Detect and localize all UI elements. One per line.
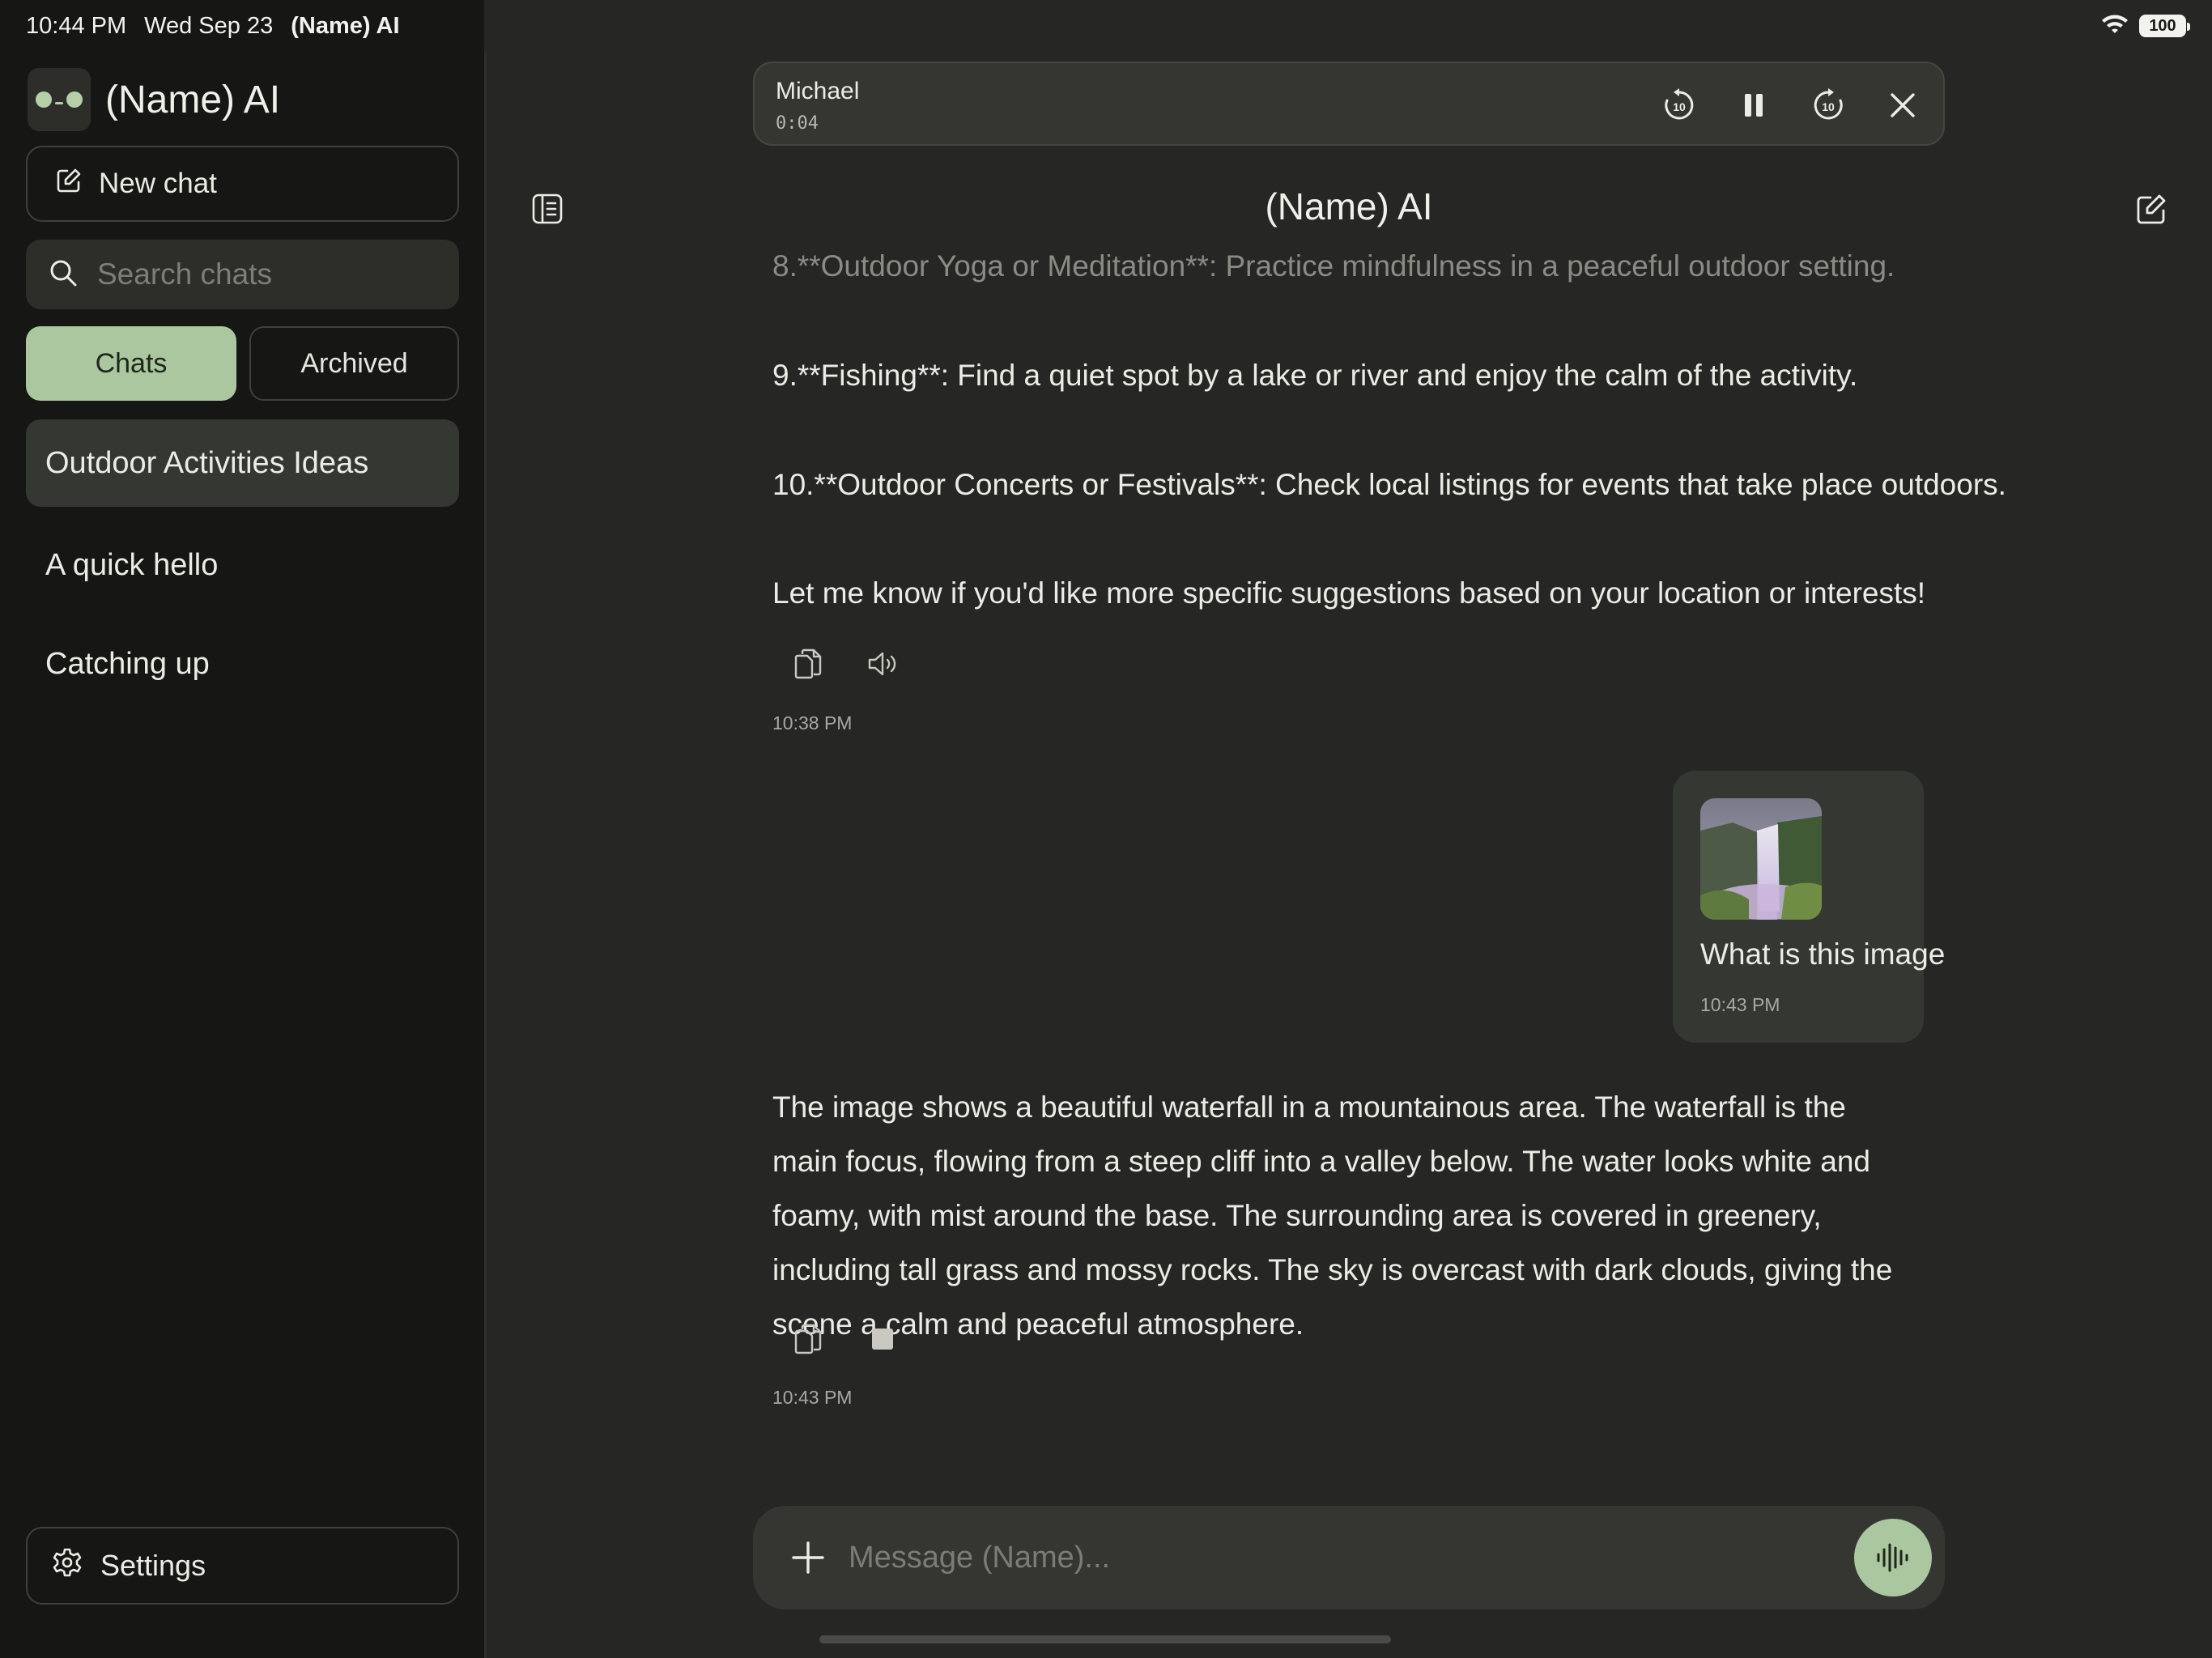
player-voice-name: Michael	[776, 78, 860, 104]
settings-button[interactable]: Settings	[26, 1527, 459, 1605]
voice-mode-button[interactable]	[1854, 1519, 1932, 1596]
home-indicator[interactable]	[819, 1635, 1391, 1643]
search-box[interactable]	[26, 240, 459, 309]
attached-image-thumbnail[interactable]	[1700, 798, 1822, 920]
rewind-10-icon: 10	[1665, 88, 1694, 120]
stop-playback-button[interactable]	[863, 1320, 902, 1358]
forward-button[interactable]: 10	[1806, 83, 1851, 128]
copy-icon	[794, 648, 822, 679]
status-date: Wed Sep 23	[144, 12, 274, 39]
page-title: (Name) AI	[1265, 185, 1433, 227]
chat-item-title: Catching up	[45, 646, 210, 681]
rewind-seconds: 10	[1673, 100, 1686, 113]
status-indicators: 100	[2100, 11, 2190, 40]
rewind-button[interactable]: 10	[1657, 83, 1702, 128]
assistant-message-line: 9.**Fishing**: Find a quiet spot by a la…	[772, 359, 1858, 392]
search-icon	[47, 257, 79, 293]
header-backdrop	[487, 154, 2212, 316]
settings-label: Settings	[100, 1549, 206, 1582]
gear-icon	[52, 1547, 83, 1585]
wifi-icon	[2100, 13, 2129, 40]
player-elapsed: 0:04	[776, 113, 819, 134]
user-message-bubble: What is this image 10:43 PM	[1673, 771, 1945, 1043]
compose-icon	[55, 167, 83, 202]
status-time: 10:44 PM	[26, 12, 127, 39]
search-input[interactable]	[97, 257, 453, 291]
pause-button[interactable]	[1731, 83, 1776, 128]
brand-logo-icon	[28, 68, 91, 131]
compose-icon	[2137, 194, 2166, 224]
status-bar: 10:44 PM Wed Sep 23 (Name) AI	[26, 11, 400, 40]
tab-chats[interactable]: Chats	[26, 326, 236, 401]
read-aloud-button[interactable]	[863, 644, 902, 683]
message-composer	[753, 1506, 1945, 1609]
status-app-name: (Name) AI	[291, 12, 400, 39]
assistant-reply-text: The image shows a beautiful waterfall in…	[772, 1090, 1893, 1341]
message-timestamp: 10:38 PM	[772, 712, 853, 733]
tab-archived[interactable]: Archived	[249, 326, 459, 401]
plus-icon	[792, 1541, 824, 1574]
chat-item-title: A quick hello	[45, 547, 219, 582]
audio-player: Michael 0:04 10 10	[753, 62, 1945, 146]
user-message-text: What is this image	[1700, 937, 1946, 971]
copy-icon	[794, 1324, 822, 1354]
brand-name: (Name) AI	[105, 78, 281, 121]
sidebar-icon	[532, 193, 563, 224]
message-timestamp: 10:43 PM	[772, 1387, 853, 1408]
close-player-button[interactable]	[1880, 83, 1925, 128]
pause-icon	[1745, 94, 1763, 117]
battery-indicator: 100	[2139, 15, 2190, 37]
brand: (Name) AI	[28, 68, 280, 131]
copy-button[interactable]	[789, 1320, 827, 1358]
copy-button[interactable]	[789, 644, 827, 683]
new-chat-label: New chat	[99, 168, 217, 199]
speaker-icon	[868, 652, 896, 676]
forward-seconds: 10	[1822, 100, 1835, 113]
new-chat-header-button[interactable]	[2129, 188, 2173, 232]
chat-item-outdoor-activities[interactable]: Outdoor Activities Ideas	[26, 419, 459, 507]
chat-item-catching-up[interactable]: Catching up	[26, 620, 459, 708]
close-icon	[1891, 93, 1915, 117]
new-chat-button[interactable]: New chat	[26, 146, 459, 222]
chat-item-quick-hello[interactable]: A quick hello	[26, 521, 459, 609]
voice-wave-icon	[1877, 1543, 1908, 1572]
message-timestamp: 10:43 PM	[1700, 994, 1780, 1015]
sidebar-toggle-button[interactable]	[526, 188, 568, 230]
assistant-message-line: Let me know if you'd like more specific …	[772, 576, 1926, 610]
message-input[interactable]	[849, 1533, 1780, 1582]
assistant-message-line: 10.**Outdoor Concerts or Festivals**: Ch…	[772, 468, 2006, 501]
assistant-message-line: 8.**Outdoor Yoga or Meditation**: Practi…	[772, 249, 1895, 283]
stop-icon	[872, 1329, 893, 1350]
attach-button[interactable]	[784, 1533, 832, 1582]
forward-10-icon: 10	[1814, 88, 1843, 120]
chat-item-title: Outdoor Activities Ideas	[45, 445, 369, 480]
sidebar: (Name) AI New chat Chats Archived	[0, 0, 484, 1658]
